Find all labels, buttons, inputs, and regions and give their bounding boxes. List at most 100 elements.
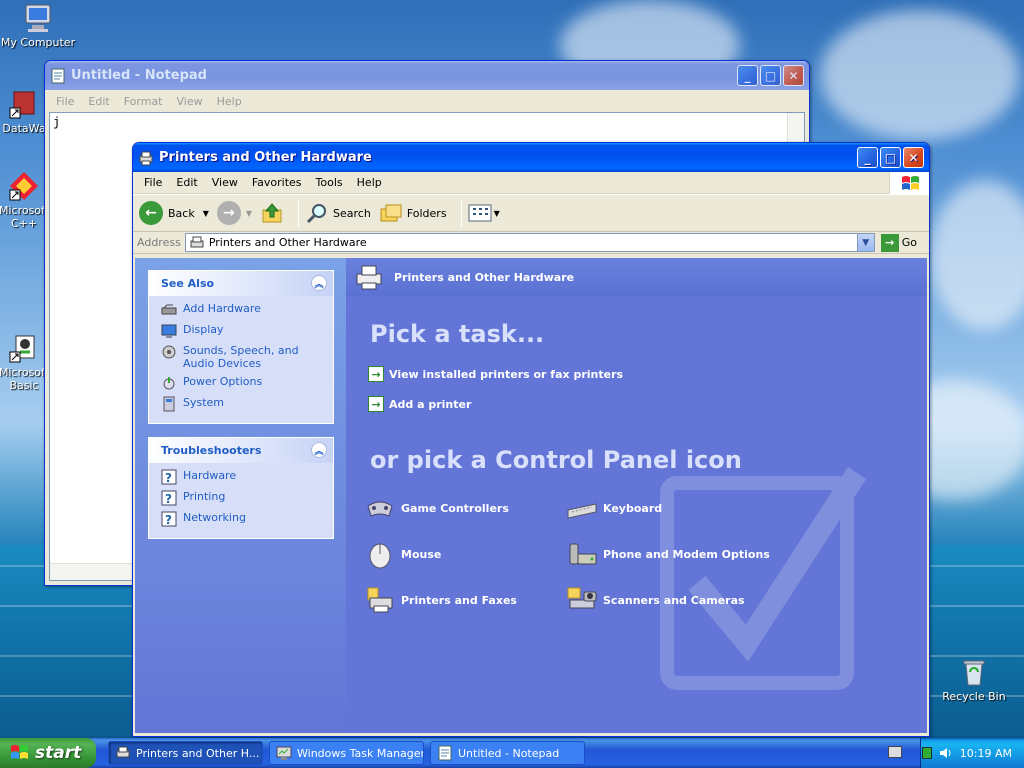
- printer-hardware-icon: [356, 265, 382, 290]
- desktop-icon-my-computer[interactable]: My Computer: [0, 2, 76, 49]
- cp-keyboard[interactable]: Keyboard: [566, 492, 662, 524]
- menu-help[interactable]: Help: [350, 176, 389, 189]
- link-label: Printing: [183, 490, 226, 503]
- desktop-icon-recycle-bin[interactable]: Recycle Bin: [936, 656, 1012, 703]
- link-display[interactable]: Display: [161, 323, 333, 339]
- scanner-camera-icon: [567, 587, 597, 609]
- forward-button[interactable]: → ▼: [216, 201, 252, 225]
- link-label: Sounds, Speech, and Audio Devices: [183, 344, 299, 370]
- menu-tools[interactable]: Tools: [309, 176, 350, 189]
- menu-edit[interactable]: Edit: [169, 176, 204, 189]
- checkmark-watermark: [660, 467, 867, 690]
- views-button[interactable]: ▼: [468, 203, 500, 223]
- desktop-icon-label: My Computer: [0, 36, 76, 49]
- taskbar-button-explorer[interactable]: Printers and Other H...: [108, 741, 263, 765]
- cp-game-controllers[interactable]: Game Controllers: [364, 492, 509, 524]
- cp-label: Keyboard: [603, 501, 663, 515]
- start-label: start: [35, 743, 82, 763]
- notepad-titlebar[interactable]: Untitled - Notepad _ □ ✕: [45, 61, 809, 90]
- folders-button[interactable]: Folders: [379, 201, 447, 225]
- cp-mouse[interactable]: Mouse: [364, 538, 441, 570]
- link-power-options[interactable]: Power Options: [161, 375, 333, 391]
- folders-icon: [380, 204, 402, 222]
- task-add-printer[interactable]: → Add a printer: [368, 396, 471, 412]
- minimize-button[interactable]: _: [737, 65, 758, 86]
- cp-label: Scanners and Cameras: [603, 593, 745, 607]
- keyboard-icon: [567, 503, 597, 519]
- menu-help[interactable]: Help: [210, 95, 249, 108]
- link-sounds[interactable]: Sounds, Speech, and Audio Devices: [161, 344, 333, 370]
- cp-scanners-cameras[interactable]: Scanners and Cameras: [566, 584, 745, 616]
- task-view-printers[interactable]: → View installed printers or fax printer…: [368, 366, 623, 382]
- go-arrow-icon: →: [880, 233, 899, 252]
- link-printing[interactable]: ? Printing: [161, 490, 333, 506]
- maximize-button[interactable]: □: [880, 147, 901, 168]
- explorer-titlebar[interactable]: Printers and Other Hardware _ □ ✕: [133, 143, 929, 172]
- help-icon: ?: [161, 469, 177, 485]
- address-input[interactable]: Printers and Other Hardware ▼: [184, 233, 875, 252]
- start-button[interactable]: start: [0, 738, 96, 768]
- explorer-title: Printers and Other Hardware: [159, 150, 372, 165]
- visual-basic-icon: [8, 332, 40, 364]
- taskbar-button-notepad[interactable]: Untitled - Notepad: [430, 741, 585, 765]
- chevron-down-icon[interactable]: ▼: [246, 209, 252, 218]
- volume-icon[interactable]: [938, 746, 952, 760]
- taskbar-button-task-manager[interactable]: Windows Task Manager: [269, 741, 424, 765]
- up-folder-button[interactable]: [260, 201, 284, 225]
- cloud: [930, 180, 1024, 330]
- link-label: Hardware: [183, 469, 237, 482]
- link-label: Networking: [183, 511, 246, 524]
- chevron-down-icon: ▼: [493, 208, 500, 218]
- menu-file[interactable]: File: [49, 95, 81, 108]
- desktop-icon-label: Recycle Bin: [942, 690, 1006, 703]
- menu-format[interactable]: Format: [117, 95, 170, 108]
- task-arrow-icon: →: [368, 366, 384, 382]
- link-hardware[interactable]: ? Hardware: [161, 469, 333, 485]
- close-button[interactable]: ✕: [903, 147, 924, 168]
- address-value: Printers and Other Hardware: [208, 236, 367, 249]
- cp-label: Printers and Faxes: [401, 593, 517, 607]
- maximize-button[interactable]: □: [760, 65, 781, 86]
- see-also-header[interactable]: See Also ︽: [149, 271, 333, 296]
- close-button[interactable]: ✕: [783, 65, 804, 86]
- windows-logo-icon: [11, 745, 28, 759]
- collapse-chevron-icon[interactable]: ︽: [311, 442, 327, 458]
- toolbar-separator: [460, 199, 462, 227]
- explorer-window[interactable]: Printers and Other Hardware _ □ ✕ File E…: [132, 142, 930, 737]
- minimize-button[interactable]: _: [857, 147, 878, 168]
- link-system[interactable]: System: [161, 396, 333, 412]
- cp-label: Game Controllers: [401, 501, 509, 515]
- clock[interactable]: 10:19 AM: [960, 747, 1012, 760]
- menu-edit[interactable]: Edit: [81, 95, 116, 108]
- back-button[interactable]: ← Back ▼: [139, 201, 209, 225]
- keyboard-layout-icon[interactable]: [888, 746, 902, 758]
- menu-favorites[interactable]: Favorites: [245, 176, 309, 189]
- chevron-down-icon[interactable]: ▼: [203, 209, 209, 218]
- troubleshooters-header[interactable]: Troubleshooters ︽: [149, 438, 333, 463]
- menu-file[interactable]: File: [137, 176, 169, 189]
- tray-app-icon[interactable]: [921, 747, 932, 759]
- search-button[interactable]: Search: [305, 201, 371, 225]
- collapse-chevron-icon[interactable]: ︽: [311, 275, 327, 291]
- back-arrow-icon: ←: [139, 201, 163, 225]
- notepad-title: Untitled - Notepad: [71, 68, 207, 83]
- folders-label: Folders: [406, 206, 447, 220]
- troubleshooters-box: Troubleshooters ︽ ? Hardware ? Printing …: [148, 437, 334, 539]
- link-add-hardware[interactable]: Add Hardware: [161, 302, 333, 318]
- go-button[interactable]: → Go: [880, 233, 917, 252]
- address-dropdown-button[interactable]: ▼: [856, 234, 874, 251]
- search-label: Search: [333, 206, 371, 220]
- help-icon: ?: [161, 511, 177, 527]
- back-label: Back: [168, 206, 195, 220]
- speaker-icon: [162, 345, 176, 359]
- menu-view[interactable]: View: [170, 95, 210, 108]
- category-header: Printers and Other Hardware: [346, 258, 927, 296]
- cp-phone-modem[interactable]: Phone and Modem Options: [566, 538, 770, 570]
- go-label: Go: [901, 236, 917, 249]
- link-networking[interactable]: ? Networking: [161, 511, 333, 527]
- category-title: Printers and Other Hardware: [394, 270, 575, 284]
- menu-view[interactable]: View: [205, 176, 245, 189]
- cp-printers-faxes[interactable]: Printers and Faxes: [364, 584, 517, 616]
- notepad-icon: [438, 745, 452, 761]
- left-task-pane: See Also ︽ Add Hardware Display Sounds, …: [135, 258, 346, 733]
